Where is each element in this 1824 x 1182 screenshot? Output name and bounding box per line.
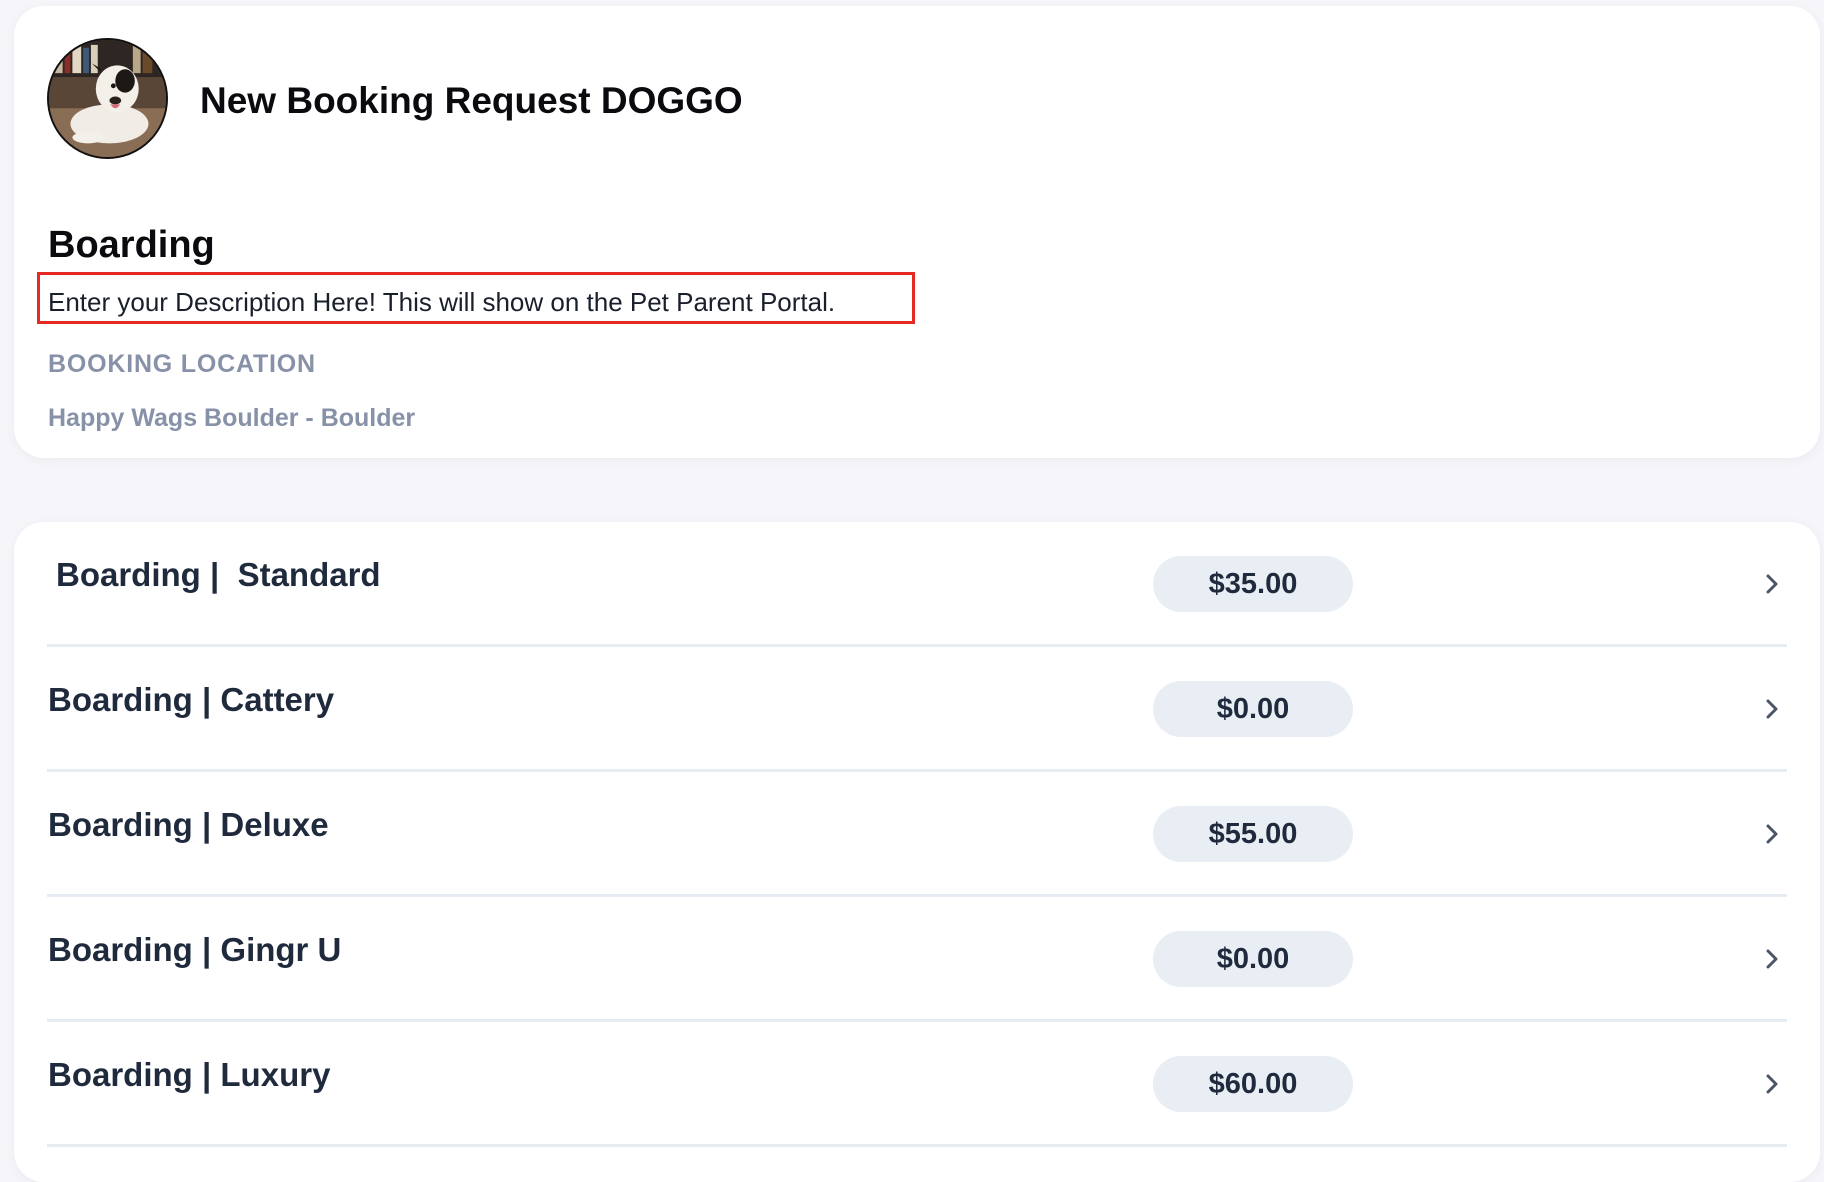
option-label: Boarding | Gingr U bbox=[48, 931, 342, 968]
page-title: New Booking Request DOGGO bbox=[200, 80, 743, 121]
price-badge: $0.00 bbox=[1153, 931, 1353, 987]
booking-header-card: New Booking Request DOGGO Boarding Enter… bbox=[14, 6, 1820, 458]
option-label: Boarding | Luxury bbox=[48, 1056, 331, 1093]
option-row-cattery[interactable]: Boarding | Cattery $0.00 bbox=[14, 647, 1820, 772]
chevron-right-icon bbox=[1762, 694, 1784, 724]
price-badge: $35.00 bbox=[1153, 556, 1353, 612]
option-row-deluxe[interactable]: Boarding | Deluxe $55.00 bbox=[14, 772, 1820, 897]
option-row-luxury[interactable]: Boarding | Luxury $60.00 bbox=[14, 1022, 1820, 1147]
pet-avatar bbox=[47, 38, 168, 159]
chevron-right-icon bbox=[1762, 819, 1784, 849]
booking-options-list: Boarding | Standard $35.00 Boarding | Ca… bbox=[14, 522, 1820, 1182]
row-divider bbox=[47, 1144, 1787, 1147]
chevron-right-icon bbox=[1762, 569, 1784, 599]
price-badge: $0.00 bbox=[1153, 681, 1353, 737]
price-badge: $60.00 bbox=[1153, 1056, 1353, 1112]
dog-photo-icon bbox=[49, 40, 166, 157]
booking-location-value: Happy Wags Boulder - Boulder bbox=[48, 404, 416, 432]
option-label: Boarding | Deluxe bbox=[48, 806, 329, 843]
option-row-gingr-u[interactable]: Boarding | Gingr U $0.00 bbox=[14, 897, 1820, 1022]
service-description: Enter your Description Here! This will s… bbox=[48, 287, 836, 317]
chevron-right-icon bbox=[1762, 1069, 1784, 1099]
option-label: Boarding | Cattery bbox=[48, 681, 335, 718]
service-title: Boarding bbox=[48, 224, 215, 266]
option-row-standard[interactable]: Boarding | Standard $35.00 bbox=[14, 522, 1820, 647]
option-label: Boarding | Standard bbox=[56, 556, 381, 593]
price-badge: $55.00 bbox=[1153, 806, 1353, 862]
chevron-right-icon bbox=[1762, 944, 1784, 974]
booking-location-label: BOOKING LOCATION bbox=[48, 350, 316, 378]
